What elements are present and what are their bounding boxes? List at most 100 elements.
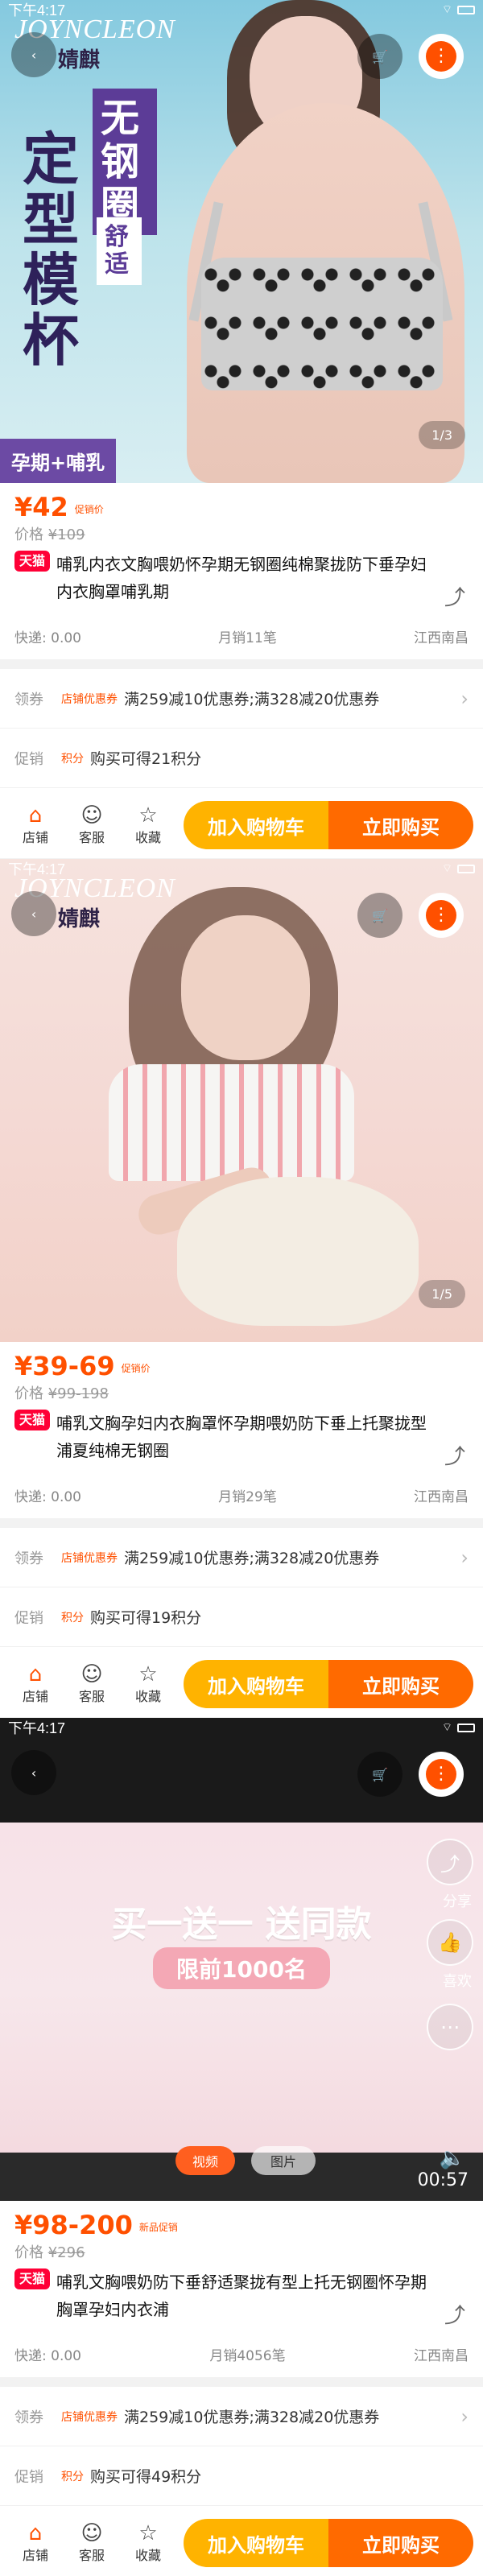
buy-now-button[interactable]: 立即购买 [328,1660,473,1708]
like-side-button[interactable]: 👍 [427,1919,473,1966]
price-tag: 促销价 [121,1363,151,1374]
coupon-row[interactable]: 领券 店铺优惠券 满259减10优惠券;满328减20优惠券 › [0,1528,483,1587]
back-icon: ‹ [31,906,37,922]
coupon-row[interactable]: 领券 店铺优惠券 满259减10优惠券;满328减20优惠券 › [0,669,483,729]
product-info: ¥39-69 促销价 价格 ¥99-198 天猫 哺乳文胸孕妇内衣胸罩怀孕期喂奶… [0,1342,483,1505]
price-tag: 促销价 [74,504,104,515]
back-button[interactable]: ‹ [11,1750,56,1795]
original-price-label: 价格 [14,1385,43,1402]
section-divider [0,659,483,669]
service-button[interactable]: ☺ 客服 [66,804,118,846]
cart-button[interactable]: 🛒 [357,1752,402,1797]
share-button[interactable]: ⤴ [444,2299,465,2329]
coupon-text: 满259减10优惠券;满328减20优惠券 [124,1550,380,1567]
share-side-button[interactable]: ⤴ [427,1839,473,1885]
sale-price: ¥42 [14,492,68,522]
video-timer: 00:57 [417,2170,469,2190]
coupon-tag: 店铺优惠券 [61,1551,118,1565]
delivery-meta: 快递: 0.00 月销4056笔 江西南昌 [14,2344,469,2364]
chevron-right-icon: › [460,2405,469,2428]
shop-button[interactable]: ⌂ 店铺 [10,2522,61,2564]
shipping-fee: 快递: 0.00 [14,630,81,646]
more-button[interactable]: ⋮ [419,34,464,79]
shop-label: 店铺 [22,2548,48,2563]
buy-now-button[interactable]: 立即购买 [328,2519,473,2567]
wifi-icon: ⌔ [441,2,452,15]
product-title: 哺乳内衣文胸喂奶怀孕期无钢圈纯棉聚拢防下垂孕妇内衣胸罩哺乳期 [56,555,427,601]
add-cart-button[interactable]: 加入购物车 [184,2519,328,2567]
promotion-text: 购买可得49积分 [90,2468,202,2486]
brand-name-chinese: 婧麒 [58,48,101,72]
product-image-carousel[interactable]: 下午4:17 ⌔ JOYNCLEON 婧麒 ‹ 🛒 ⋮ 1/5 [0,859,483,1342]
original-price-label: 价格 [14,526,43,543]
promotion-text: 购买可得21积分 [90,750,202,768]
price-row: ¥42 促销价 [14,493,469,522]
share-side-label: 分享 [443,1893,472,1910]
more-icon: ⋮ [426,41,456,72]
share-icon: ⤴ [444,586,465,610]
favorite-icon: ☆ [138,2521,158,2545]
original-price: 价格 ¥296 [14,2241,469,2262]
service-label: 客服 [78,2548,105,2563]
price-tag: 新品促销 [138,2222,178,2233]
price-row: ¥39-69 促销价 [14,1352,469,1381]
buy-now-button[interactable]: 立即购买 [328,801,473,849]
favorite-button[interactable]: ☆ 收藏 [122,804,174,846]
share-button[interactable]: ⤴ [444,581,465,611]
section-divider [0,1518,483,1528]
back-button[interactable]: ‹ [11,891,56,936]
more-side-icon: ⋯ [440,2016,460,2038]
more-button[interactable]: ⋮ [419,893,464,938]
promotion-tag: 积分 [61,2470,84,2483]
product-panel-1: 下午4:17 ⌔ JOYNCLEON 婧麒 定型模杯 无钢圈 舒适 孕期+哺乳 … [0,0,483,858]
service-button[interactable]: ☺ 客服 [66,1663,118,1705]
add-cart-button[interactable]: 加入购物车 [184,801,328,849]
image-tab-button[interactable]: 图片 [251,2146,316,2175]
video-promo-sub: 限前1000名 [153,1947,330,1989]
coupon-label: 领券 [14,1550,43,1567]
video-tab-button[interactable]: 视频 [175,2146,235,2175]
title-row: 天猫 哺乳文胸喂奶防下垂舒适聚拢有型上托无钢圈怀孕期胸罩孕妇内衣浦 [14,2268,469,2323]
favorite-icon: ☆ [138,803,158,828]
monthly-sales: 月销4056笔 [209,2348,286,2364]
original-price-value: ¥109 [47,526,85,543]
bottom-action-bar: ⌂ 店铺 ☺ 客服 ☆ 收藏 加入购物车 立即购买 [0,1651,483,1717]
sale-price: ¥39-69 [14,1351,115,1381]
shop-button[interactable]: ⌂ 店铺 [10,804,61,846]
product-bra [109,1064,354,1181]
product-video-player[interactable]: 下午4:17 ⌔ 买一送一 送同款 限前1000名 视频 图片 🔈 00:57 … [0,1718,483,2201]
sound-icon[interactable]: 🔈 [440,2146,465,2170]
bottom-action-bar: ⌂ 店铺 ☺ 客服 ☆ 收藏 加入购物车 立即购买 [0,2510,483,2576]
video-bottom-strip [0,2153,483,2201]
monthly-sales: 月销11笔 [218,630,277,646]
back-button[interactable]: ‹ [11,32,56,77]
hero-bottom-tag: 孕期+哺乳 [0,439,117,483]
favorite-button[interactable]: ☆ 收藏 [122,2522,174,2564]
original-price-value: ¥296 [47,2244,85,2261]
chevron-right-icon: › [460,1546,469,1569]
battery-icon [457,1723,475,1732]
video-frame [0,1823,483,2201]
cart-button[interactable]: 🛒 [357,893,402,938]
status-bar: 下午4:17 ⌔ [0,859,483,878]
more-side-button[interactable]: ⋯ [427,2004,473,2050]
image-counter: 1/3 [419,421,465,449]
favorite-button[interactable]: ☆ 收藏 [122,1663,174,1705]
share-side-icon: ⤴ [440,1852,460,1876]
status-icons: ⌔ [442,1720,475,1735]
coupon-tag: 店铺优惠券 [61,692,118,706]
share-button[interactable]: ⤴ [444,1440,465,1470]
add-cart-button[interactable]: 加入购物车 [184,1660,328,1708]
product-image-carousel[interactable]: 下午4:17 ⌔ JOYNCLEON 婧麒 定型模杯 无钢圈 舒适 孕期+哺乳 … [0,0,483,483]
cart-button[interactable]: 🛒 [357,34,402,79]
location: 江西南昌 [414,630,469,646]
more-button[interactable]: ⋮ [419,1752,464,1797]
shop-button[interactable]: ⌂ 店铺 [10,1663,61,1705]
coupon-row[interactable]: 领券 店铺优惠券 满259减10优惠券;满328减20优惠券 › [0,2387,483,2446]
status-time: 下午4:17 [8,861,66,877]
favorite-icon: ☆ [138,1662,158,1686]
status-bar: 下午4:17 ⌔ [0,0,483,19]
product-panel-2: 下午4:17 ⌔ JOYNCLEON 婧麒 ‹ 🛒 ⋮ 1/5 ¥39-69 促… [0,859,483,1717]
delivery-meta: 快递: 0.00 月销29笔 江西南昌 [14,1485,469,1505]
service-button[interactable]: ☺ 客服 [66,2522,118,2564]
